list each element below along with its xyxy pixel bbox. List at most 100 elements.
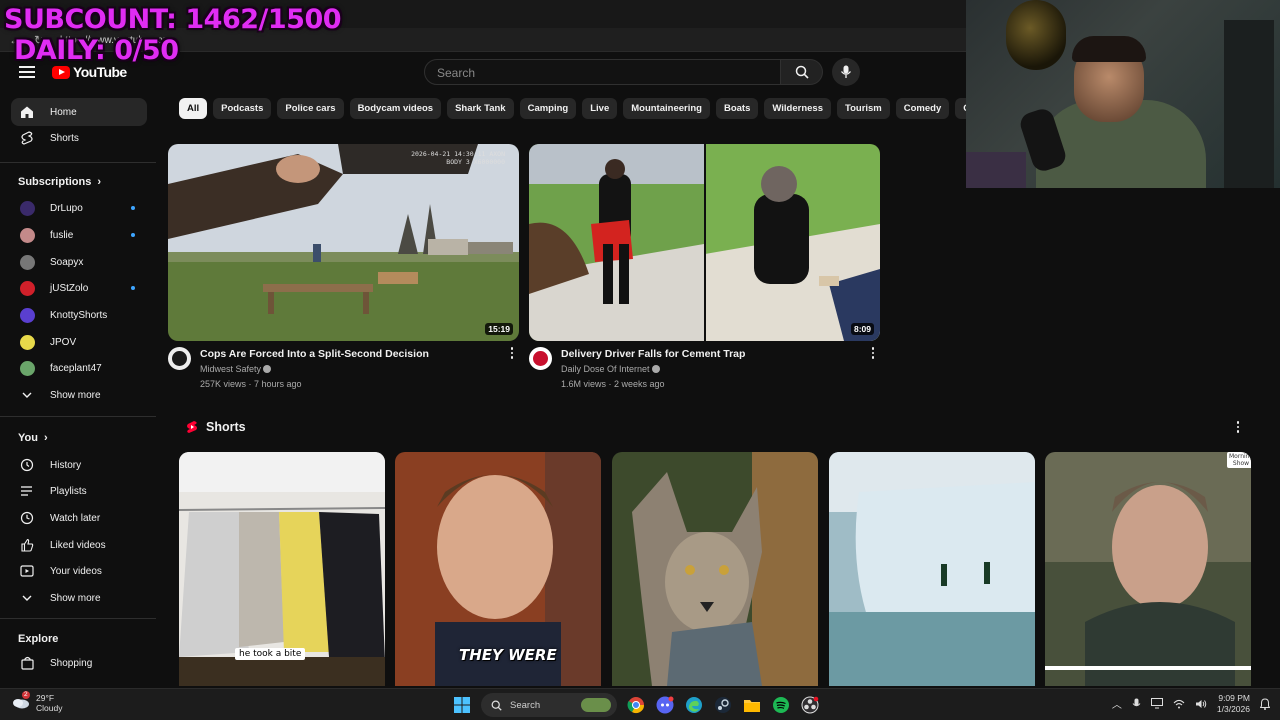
steam-icon[interactable]: [713, 695, 733, 715]
channel-name: KnottyShorts: [50, 309, 108, 321]
chip-podcasts[interactable]: Podcasts: [213, 98, 272, 119]
chip-bodycam-videos[interactable]: Bodycam videos: [349, 98, 442, 119]
shorts-more-options-icon[interactable]: [1233, 421, 1243, 435]
clock[interactable]: 9:09 PM 1/3/2026: [1217, 693, 1250, 714]
sidebar-item-shopping[interactable]: Shopping: [11, 649, 147, 677]
morning-show-badge: Morning Show: [1227, 452, 1251, 468]
sidebar-item-watch-later[interactable]: Watch later: [11, 504, 147, 532]
discord-icon[interactable]: [655, 695, 675, 715]
sidebar-item-liked-videos[interactable]: Liked videos: [11, 531, 147, 559]
short-thumbnail-coyote: [612, 452, 818, 686]
video-card[interactable]: 8:09 Delivery Driver Falls for Cement Tr…: [529, 144, 880, 401]
explore-label: Explore: [18, 633, 59, 645]
sidebar-item-playlists[interactable]: Playlists: [11, 477, 147, 505]
sidebar-item-subscription[interactable]: jUStZolo: [11, 274, 147, 302]
shorts-icon: [18, 129, 36, 147]
channel-avatar[interactable]: [168, 347, 191, 370]
balloon-decoration: [1006, 0, 1066, 70]
channel-avatar[interactable]: [529, 347, 552, 370]
sidebar-item-subscription[interactable]: JPOV: [11, 328, 147, 356]
chip-tourism[interactable]: Tourism: [836, 98, 890, 119]
taskbar-search[interactable]: Search: [481, 693, 617, 717]
windows-taskbar: 2 29°F Cloudy Search ︿ 9:09 PM 1/3/2026: [0, 688, 1280, 720]
short-card[interactable]: [829, 452, 1035, 686]
chrome-icon[interactable]: [626, 695, 646, 715]
short-card[interactable]: [612, 452, 818, 686]
voice-search-button[interactable]: [832, 58, 860, 86]
shopping-bag-icon: [18, 654, 36, 672]
windows-start-icon[interactable]: [452, 695, 472, 715]
sidebar-item-subscription[interactable]: faceplant47: [11, 354, 147, 382]
wifi-icon[interactable]: [1173, 699, 1185, 709]
channel-name-row[interactable]: Midwest Safety: [200, 364, 272, 374]
search-icon: [795, 65, 809, 79]
notification-bell-icon[interactable]: [1260, 698, 1270, 710]
sidebar-item-label: Home: [50, 106, 77, 118]
sidebar-item-subscription[interactable]: Soapyx: [11, 248, 147, 276]
video-thumbnail[interactable]: 2026-04-21 14:30:11 AXON BODY 3 X6000000…: [168, 144, 519, 341]
microphone-icon: [840, 65, 852, 78]
short-card[interactable]: THEY WERE: [395, 452, 601, 686]
video-title[interactable]: Cops Are Forced Into a Split-Second Deci…: [200, 348, 429, 360]
hamburger-menu-icon[interactable]: [19, 66, 35, 78]
weather-notification-badge: 2: [22, 691, 30, 699]
chip-police-cars[interactable]: Police cars: [277, 98, 344, 119]
taskbar-apps: Search: [452, 693, 820, 717]
chip-mountaineering[interactable]: Mountaineering: [623, 98, 710, 119]
video-thumbnail[interactable]: 8:09: [529, 144, 880, 341]
more-options-icon[interactable]: [868, 347, 878, 361]
volume-icon[interactable]: [1195, 699, 1207, 709]
display-icon[interactable]: [1150, 698, 1163, 709]
chip-comedy[interactable]: Comedy: [895, 98, 950, 119]
cement-trap-scene-image: [529, 144, 880, 341]
search-highlight-icon: [581, 698, 611, 712]
chip-live[interactable]: Live: [582, 98, 618, 119]
sidebar-divider: [0, 618, 156, 619]
channel-name[interactable]: Midwest Safety: [200, 364, 261, 374]
weather-temperature: 29°F: [36, 693, 55, 703]
sidebar-item-label: Show more: [50, 592, 101, 604]
sidebar-item-home[interactable]: Home: [11, 98, 147, 126]
spotify-icon[interactable]: [771, 695, 791, 715]
microphone-tray-icon[interactable]: [1132, 698, 1141, 710]
chip-shark-tank[interactable]: Shark Tank: [447, 98, 514, 119]
shorts-logo-icon: [187, 421, 197, 433]
weather-widget[interactable]: 2 29°F Cloudy: [12, 691, 63, 714]
search-button[interactable]: [781, 59, 823, 85]
you-heading[interactable]: You ›: [18, 432, 48, 444]
channel-name-row[interactable]: Daily Dose Of Internet: [561, 364, 660, 374]
video-title[interactable]: Delivery Driver Falls for Cement Trap: [561, 348, 745, 360]
sidebar-item-history[interactable]: History: [11, 451, 147, 479]
history-icon: [18, 456, 36, 474]
show-more-subscriptions[interactable]: Show more: [11, 381, 147, 409]
edge-icon[interactable]: [684, 695, 704, 715]
sidebar-item-shorts[interactable]: Shorts: [11, 124, 147, 152]
chip-all[interactable]: All: [179, 98, 208, 119]
chip-boats[interactable]: Boats: [715, 98, 759, 119]
subscriptions-heading[interactable]: Subscriptions ›: [18, 176, 101, 188]
sidebar-item-subscription[interactable]: KnottyShorts: [11, 301, 147, 329]
sidebar-divider: [0, 162, 156, 163]
file-explorer-icon[interactable]: [742, 695, 762, 715]
sidebar-item-subscription[interactable]: DrLupo: [11, 194, 147, 222]
short-card[interactable]: Morning Show: [1045, 452, 1251, 686]
weather-description: Cloudy: [36, 703, 63, 714]
channel-name[interactable]: Daily Dose Of Internet: [561, 364, 650, 374]
more-options-icon[interactable]: [507, 347, 517, 361]
chip-camping[interactable]: Camping: [519, 98, 577, 119]
channel-name: fuslie: [50, 229, 74, 241]
short-card[interactable]: he took a bite: [179, 452, 385, 686]
chip-wilderness[interactable]: Wilderness: [764, 98, 831, 119]
verified-badge-icon: [263, 365, 272, 373]
search-input[interactable]: Search: [424, 59, 781, 85]
sidebar-item-subscription[interactable]: fuslie: [11, 221, 147, 249]
channel-avatar: [19, 227, 35, 243]
video-card[interactable]: 2026-04-21 14:30:11 AXON BODY 3 X6000000…: [168, 144, 519, 401]
webcam-feed: [966, 0, 1280, 188]
obs-icon[interactable]: [800, 695, 820, 715]
youtube-logo[interactable]: YouTube: [52, 64, 127, 80]
chevron-up-icon[interactable]: ︿: [1112, 696, 1122, 711]
sidebar-item-your-videos[interactable]: Your videos: [11, 557, 147, 585]
chip-cars[interactable]: Cars: [955, 98, 966, 119]
show-more-you[interactable]: Show more: [11, 584, 147, 612]
